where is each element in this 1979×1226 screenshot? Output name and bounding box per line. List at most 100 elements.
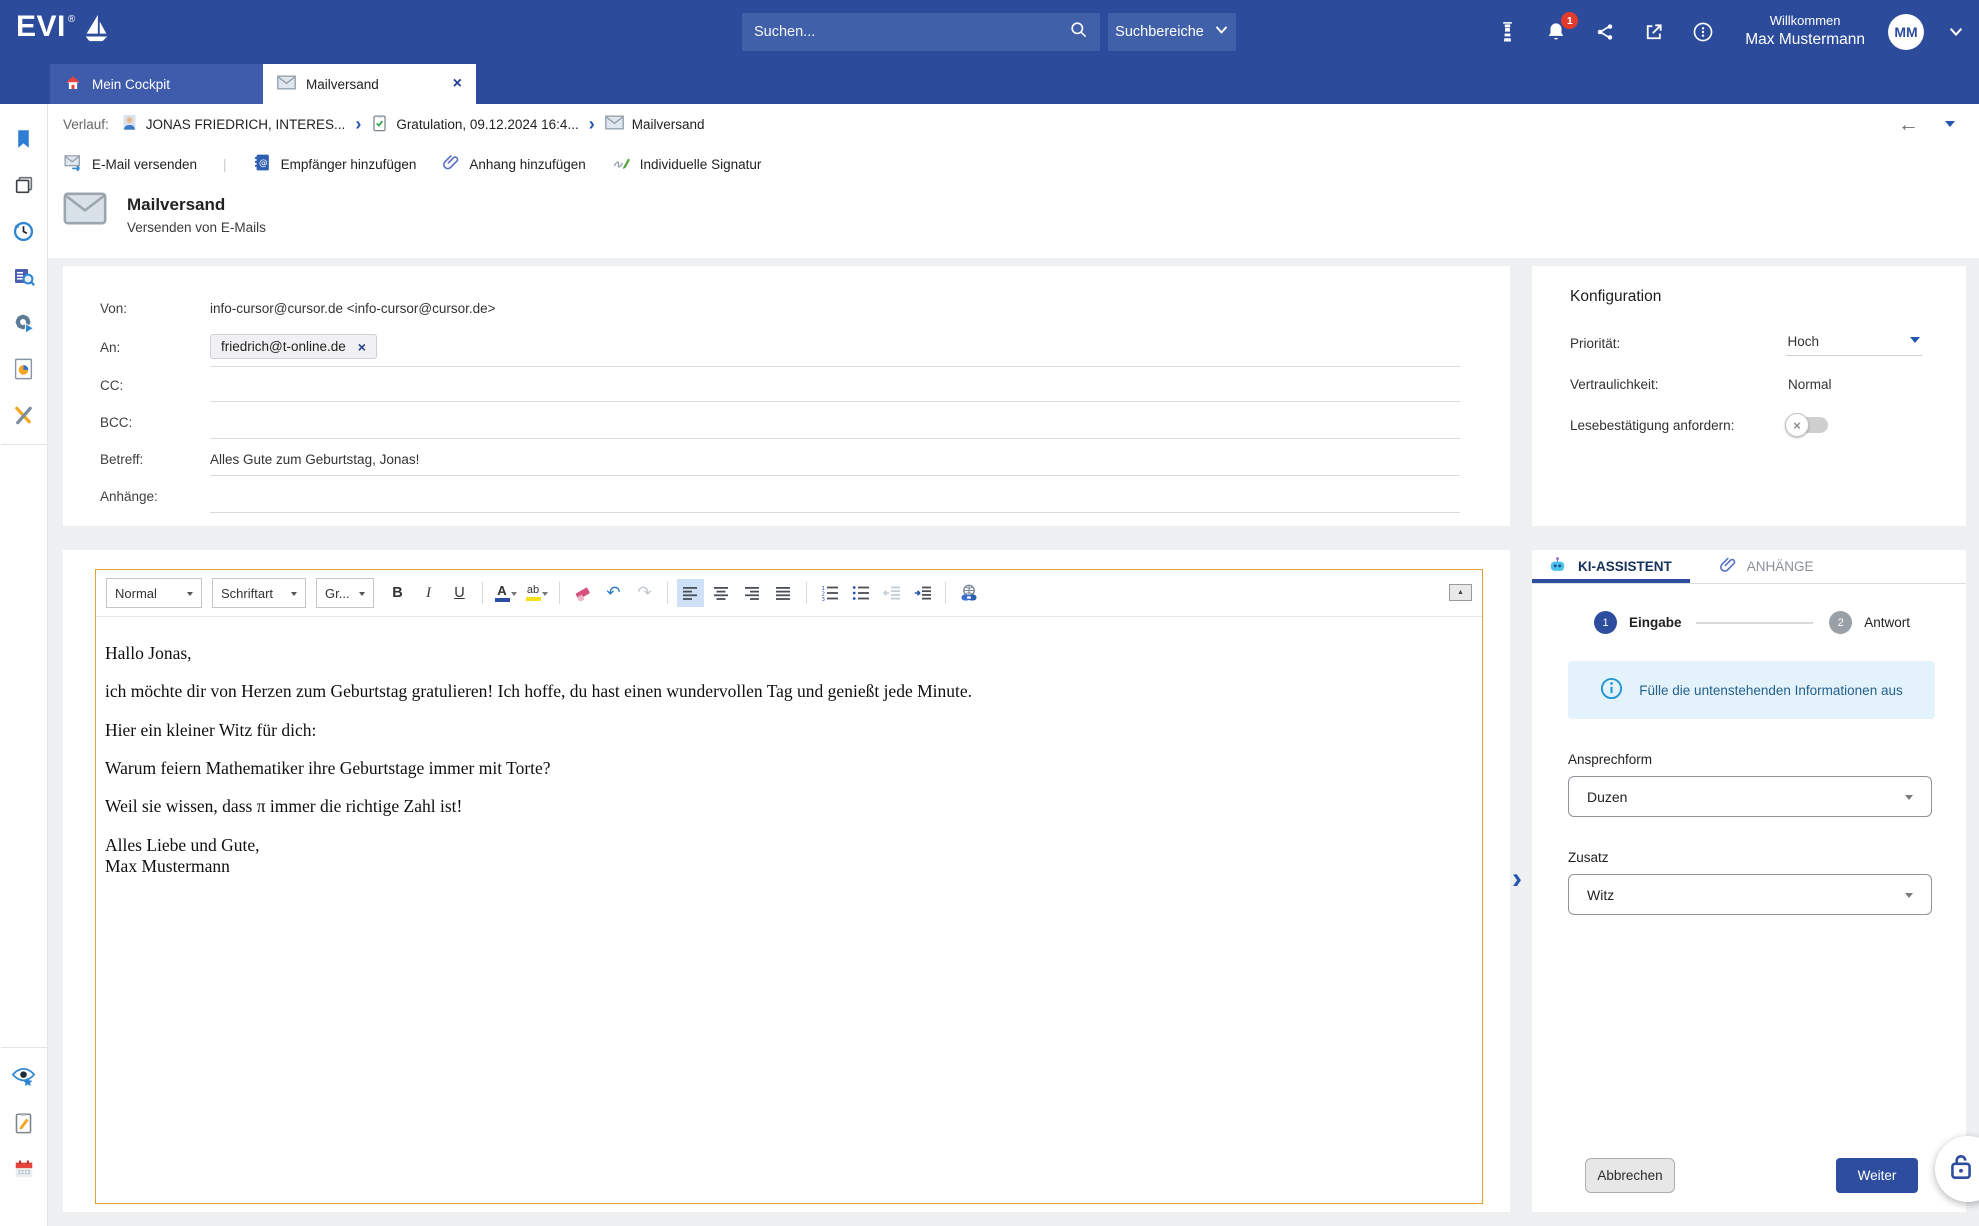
history-back-icon[interactable]: ←: [1898, 114, 1919, 135]
breadcrumb: Verlauf: JONAS FRIEDRICH, INTERES... › G…: [48, 104, 1979, 144]
tab-label: KI-ASSISTENT: [1578, 559, 1672, 574]
zusatz-group: Zusatz Witz: [1568, 850, 1932, 915]
outdent-button[interactable]: [878, 579, 905, 607]
history-dropdown-icon[interactable]: [1945, 121, 1955, 132]
align-center-button[interactable]: [708, 579, 735, 607]
bookmark-icon[interactable]: [9, 116, 39, 162]
next-button[interactable]: Weiter: [1836, 1158, 1918, 1193]
form-row-bcc: BCC:: [100, 404, 1460, 441]
tools-icon[interactable]: [9, 392, 39, 438]
chevron-down-icon: [1910, 337, 1920, 348]
more-options-icon[interactable]: [1690, 19, 1716, 45]
add-recipient-button[interactable]: @ Empfänger hinzufügen: [253, 153, 417, 175]
user-menu-chevron-icon[interactable]: [1947, 19, 1965, 45]
bold-button[interactable]: B: [384, 579, 411, 607]
remove-recipient-icon[interactable]: ×: [358, 340, 366, 354]
von-value: info-cursor@cursor.de <info-cursor@curso…: [210, 292, 1460, 325]
tab-label: Mein Cockpit: [92, 77, 170, 92]
tab-anhaenge[interactable]: ANHÄNGE: [1704, 550, 1832, 583]
indent-icon: [914, 585, 932, 601]
lesebestaetigung-toggle[interactable]: ×: [1790, 417, 1828, 433]
align-left-button[interactable]: [677, 579, 704, 607]
tab-mein-cockpit[interactable]: Mein Cockpit: [50, 64, 263, 104]
stepper-connector: [1696, 622, 1814, 624]
tab-mailversand[interactable]: Mailversand ×: [263, 64, 476, 104]
search-input[interactable]: [754, 24, 1061, 40]
process-gear-icon[interactable]: [9, 300, 39, 346]
paperclip-icon: [442, 153, 460, 175]
align-right-button[interactable]: [739, 579, 766, 607]
ansprechform-select[interactable]: Duzen: [1568, 776, 1932, 817]
lighthouse-icon[interactable]: [1494, 19, 1520, 45]
search-scope-dropdown[interactable]: Suchbereiche: [1108, 13, 1236, 51]
body-paragraph: Alles Liebe und Gute, Max Mustermann: [105, 835, 1458, 878]
indent-button[interactable]: [909, 579, 936, 607]
tab-label: Mailversand: [306, 77, 379, 92]
share-icon[interactable]: [1592, 19, 1618, 45]
ordered-list-button[interactable]: 123: [816, 579, 843, 607]
avatar[interactable]: MM: [1888, 14, 1924, 50]
chevron-down-icon: [187, 592, 193, 599]
history-clock-icon[interactable]: [9, 208, 39, 254]
anhaenge-field[interactable]: [210, 480, 1460, 513]
mail-body-editor: Normal Schriftart Gr... B I U: [63, 550, 1510, 1212]
recipient-chip[interactable]: friedrich@t-online.de ×: [210, 334, 377, 359]
link-globe-icon: [959, 584, 979, 602]
prioritaet-label: Priorität:: [1570, 336, 1786, 351]
redo-button[interactable]: ↷: [631, 579, 658, 607]
font-family-select[interactable]: Schriftart: [212, 578, 306, 608]
chevron-down-icon: [1214, 24, 1229, 40]
align-justify-button[interactable]: [770, 579, 797, 607]
main-area: Verlauf: JONAS FRIEDRICH, INTERES... › G…: [48, 104, 1979, 1226]
breadcrumb-item-mailversand[interactable]: Mailversand: [605, 115, 705, 133]
expand-panel-chevron-icon[interactable]: ›: [1512, 864, 1522, 894]
prioritaet-select[interactable]: Hoch: [1786, 331, 1922, 356]
search-icon[interactable]: [1069, 20, 1088, 44]
watchlist-eye-icon[interactable]: [9, 1054, 39, 1100]
breadcrumb-item-activity[interactable]: Gratulation, 09.12.2024 16:4...: [371, 114, 578, 135]
font-color-button[interactable]: A: [492, 579, 519, 607]
paragraph-style-select[interactable]: Normal: [106, 578, 202, 608]
notes-clipboard-icon[interactable]: [9, 1100, 39, 1146]
collapse-toolbar-button[interactable]: ▲: [1449, 584, 1472, 601]
left-icon-sidebar: [0, 104, 48, 1226]
stacked-windows-icon[interactable]: [9, 162, 39, 208]
cancel-button[interactable]: Abbrechen: [1585, 1158, 1675, 1193]
send-email-button[interactable]: E-Mail versenden: [63, 153, 197, 175]
an-field[interactable]: friedrich@t-online.de ×: [210, 327, 1460, 367]
robot-icon: [1547, 555, 1568, 578]
bullet-list-button[interactable]: [847, 579, 874, 607]
underline-button[interactable]: U: [446, 579, 473, 607]
individual-signature-button[interactable]: Individuelle Signatur: [612, 153, 762, 175]
lock-icon: [1948, 1152, 1974, 1187]
body-paragraph: Warum feiern Mathematiker ihre Geburtsta…: [105, 758, 1458, 779]
prioritaet-row: Priorität: Hoch: [1570, 330, 1922, 356]
cc-field[interactable]: [210, 369, 1460, 402]
page-title: Mailversand: [127, 195, 266, 215]
remove-format-button[interactable]: [569, 579, 596, 607]
toolbar-divider: |: [223, 157, 227, 172]
top-right-actions: 1 Willkommen Max Mustermann MM: [1494, 0, 1965, 64]
zusatz-select[interactable]: Witz: [1568, 874, 1932, 915]
add-attachment-button[interactable]: Anhang hinzufügen: [442, 153, 585, 175]
notifications-bell-icon[interactable]: 1: [1543, 19, 1569, 45]
tab-ki-assistent[interactable]: KI-ASSISTENT: [1532, 550, 1690, 583]
font-color-icon: A: [495, 584, 510, 602]
highlight-color-button[interactable]: ab: [523, 579, 550, 607]
data-search-icon[interactable]: [9, 254, 39, 300]
report-document-icon[interactable]: [9, 346, 39, 392]
betreff-field[interactable]: Alles Gute zum Geburtstag, Jonas!: [210, 443, 1460, 476]
undo-button[interactable]: ↶: [600, 579, 627, 607]
insert-link-button[interactable]: [955, 579, 982, 607]
bcc-field[interactable]: [210, 406, 1460, 439]
open-external-icon[interactable]: [1641, 19, 1667, 45]
close-tab-icon[interactable]: ×: [453, 76, 462, 92]
form-row-cc: CC:: [100, 367, 1460, 404]
tab-label: ANHÄNGE: [1747, 559, 1814, 574]
user-name: Max Mustermann: [1745, 30, 1865, 50]
mail-body-text[interactable]: Hallo Jonas, ich möchte dir von Herzen z…: [96, 617, 1482, 1203]
calendar-icon[interactable]: [9, 1146, 39, 1192]
font-size-select[interactable]: Gr...: [316, 578, 374, 608]
breadcrumb-item-contact[interactable]: JONAS FRIEDRICH, INTERES...: [121, 114, 346, 134]
italic-button[interactable]: I: [415, 579, 442, 607]
